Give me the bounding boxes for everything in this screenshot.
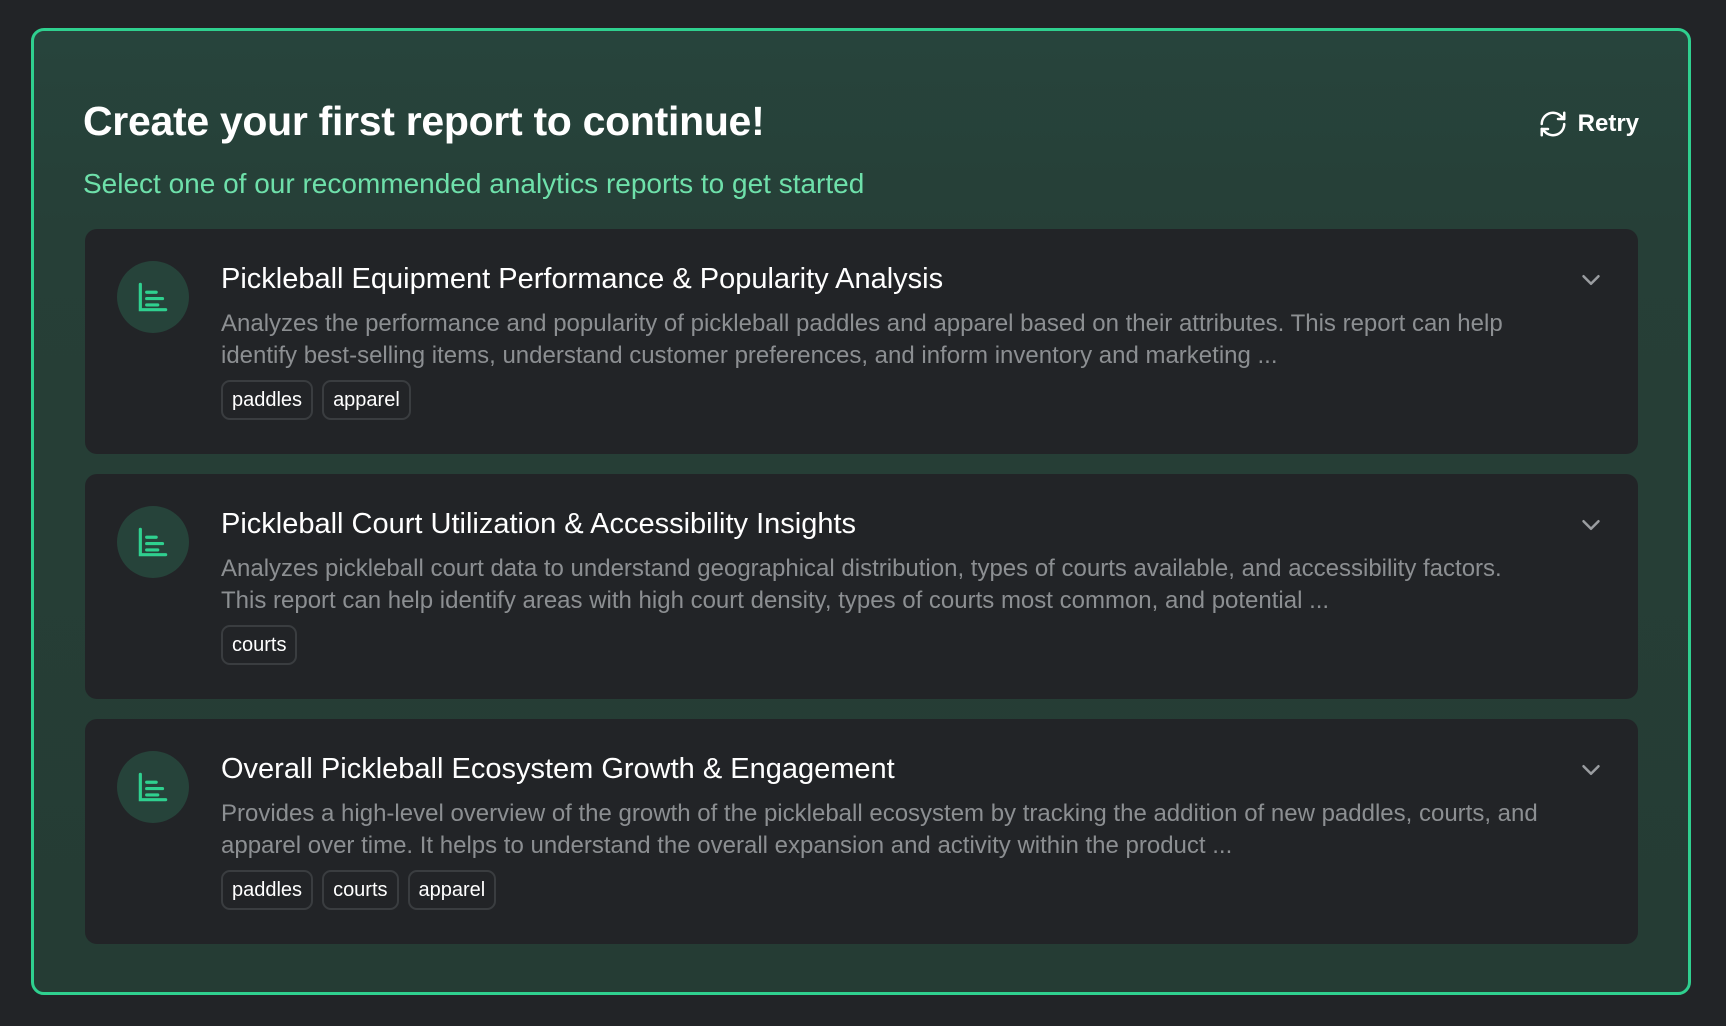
panel-header: Create your first report to continue! Se… (83, 69, 1639, 199)
refresh-icon (1540, 111, 1566, 137)
tag-paddles: paddles (221, 870, 314, 910)
report-card[interactable]: Overall Pickleball Ecosystem Growth & En… (85, 719, 1638, 944)
report-onboarding-panel: Create your first report to continue! Se… (31, 28, 1691, 995)
bar-chart-icon (138, 282, 168, 312)
tag-courts: courts (322, 870, 399, 910)
report-card[interactable]: Pickleball Equipment Performance & Popul… (85, 229, 1638, 454)
report-icon-badge (117, 751, 189, 823)
chevron-down-icon[interactable] (1576, 265, 1606, 295)
report-description: Analyzes the performance and popularity … (221, 310, 1503, 369)
report-title: Pickleball Court Utilization & Accessibi… (221, 508, 857, 540)
report-card[interactable]: Pickleball Court Utilization & Accessibi… (85, 474, 1638, 699)
tag-paddles: paddles (221, 380, 314, 420)
chevron-down-icon[interactable] (1576, 755, 1606, 785)
report-title: Pickleball Equipment Performance & Popul… (221, 263, 944, 295)
tag-courts: courts (221, 625, 298, 665)
report-icon-badge (117, 506, 189, 578)
page-subtitle: Select one of our recommended analytics … (83, 168, 865, 199)
bar-chart-icon (138, 772, 168, 802)
report-tags: courts (221, 625, 298, 665)
bar-chart-icon (138, 527, 168, 557)
retry-label: Retry (1577, 110, 1639, 137)
page-title: Create your first report to continue! (83, 98, 765, 144)
report-title: Overall Pickleball Ecosystem Growth & En… (221, 753, 895, 785)
report-tags: paddles apparel (221, 380, 411, 420)
report-icon-badge (117, 261, 189, 333)
retry-button[interactable]: Retry (1538, 109, 1639, 139)
chevron-down-icon[interactable] (1576, 510, 1606, 540)
tag-apparel: apparel (322, 380, 411, 420)
report-list: Pickleball Equipment Performance & Popul… (85, 229, 1638, 964)
tag-apparel: apparel (407, 870, 497, 910)
report-tags: paddles courts apparel (221, 870, 497, 910)
report-description: Analyzes pickleball court data to unders… (221, 555, 1502, 614)
report-description: Provides a high-level overview of the gr… (221, 800, 1538, 859)
